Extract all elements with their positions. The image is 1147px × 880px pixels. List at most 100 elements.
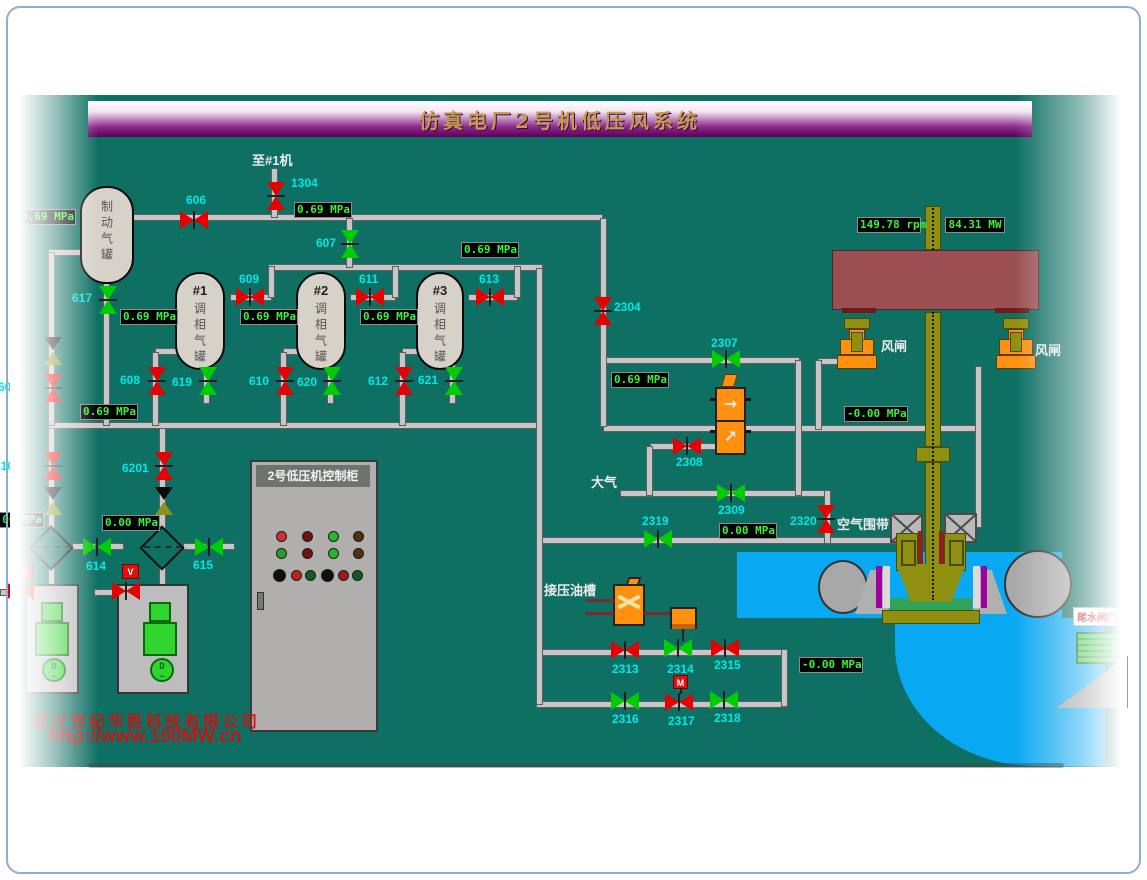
valve-label-2313: 2313 [612,662,639,676]
valve-615[interactable] [195,538,223,556]
filter-dash-1 [33,546,71,548]
compressor2-drive-icon: D~ [150,658,174,682]
valve-label-2316: 2316 [612,712,639,726]
valve-label-2319: 2319 [642,514,669,528]
indicator-light [305,570,316,581]
valve-609[interactable] [236,288,264,306]
valve-2309[interactable] [717,484,745,502]
pipe-segment [48,428,55,534]
valve-label-2304: 2304 [614,300,641,314]
watermark-url: http://www.100MW.cn [48,726,242,748]
pipe-segment [536,268,543,705]
valve-2313[interactable] [611,641,639,659]
tank-number: #2 [314,283,328,298]
indicator-light [291,570,302,581]
control-knob[interactable] [273,569,286,582]
valve-620[interactable] [323,367,341,395]
brake-air-tank[interactable]: 制动气罐 [80,186,134,284]
valve-6201[interactable] [155,452,173,480]
control-cabinet[interactable]: 2号低压机控制柜 [250,460,378,732]
valve-label-620: 620 [297,375,317,389]
valve-label-606: 606 [186,193,206,207]
seal-purple-left [876,566,882,608]
seal-white-left [883,566,890,608]
valve-2308[interactable] [673,437,701,455]
surge-tank-1[interactable]: #1 调相气罐 [175,272,225,370]
valve-6101[interactable] [44,452,62,480]
valve-608[interactable] [148,367,166,395]
control-knob[interactable] [321,569,334,582]
valve-619[interactable] [199,367,217,395]
arrow-up-right-icon: ↗ [717,427,744,446]
distributor-tick [710,430,715,433]
tank-number: #3 [433,283,447,298]
pipe-segment [781,649,788,707]
oil-line [644,612,672,615]
check-valve [155,487,173,515]
pipe-segment [392,266,399,298]
speed-display: 149.78 rpm [857,217,921,233]
valve-2304[interactable] [594,297,612,325]
valve-label-2320: 2320 [790,514,817,528]
valve-pump2-relief[interactable] [112,582,140,600]
tank-number: #1 [193,283,207,298]
valve-606[interactable] [180,211,208,229]
valve-621[interactable] [445,367,463,395]
tank3-pressure: 0.69 MPa [360,309,418,325]
cabinet-handle[interactable] [257,592,264,610]
valve-614[interactable] [83,538,111,556]
valve-label-621: 621 [418,373,438,387]
oil-tank-label: 接压油槽 [544,580,596,599]
distributor-tick [746,430,751,433]
valve-605[interactable] [44,374,62,402]
indicator-light [338,570,349,581]
valve-610[interactable] [276,367,294,395]
seal-purple-right [981,566,987,608]
relief-valve-box-1: V [16,564,33,579]
valve-2316[interactable] [611,692,639,710]
valve-label-610: 610 [249,374,269,388]
valve-pump1-relief[interactable] [6,582,34,600]
valve-2318[interactable] [710,691,738,709]
motor-valve-box: M [673,675,688,689]
valve-label-6101: 6101 [0,459,21,473]
valve-612[interactable] [395,367,413,395]
valve-label-605: 605 [0,380,18,394]
compressor2-motor-top [149,602,171,622]
tailwater-gate[interactable] [1076,632,1124,664]
indicator-light [353,531,364,542]
indicator-light [302,531,313,542]
valve-2317[interactable] [665,693,693,711]
valve-label-617: 617 [72,291,92,305]
shaft-centerline-1 [932,208,934,250]
indicator-light [276,531,287,542]
surge-tank-3[interactable]: #3 调相气罐 [416,272,464,370]
oil-line-pressure: -0.00 MPa [799,657,863,673]
bracket-right [949,540,964,566]
distributor-valve[interactable]: → ↗ [715,387,746,455]
air-seal-label: 空气围带 [837,514,889,533]
valve-label-614: 614 [86,559,106,573]
tank-label: 调相气罐 [313,302,330,366]
indicator-light [353,548,364,559]
relief-valve-box-2: V [122,564,139,579]
tank2-pressure: 0.69 MPa [240,309,298,325]
valve-2314[interactable] [664,639,692,657]
valve-2315[interactable] [711,639,739,657]
valve-label-613: 613 [479,272,499,286]
valve-2319[interactable] [644,530,672,548]
valve-1304[interactable] [267,182,285,210]
indicator-light [276,548,287,559]
valve-2320[interactable] [817,505,835,533]
valve-2307[interactable] [712,350,740,368]
distributor-tick [710,398,715,401]
valve-613[interactable] [476,288,504,306]
valve-611[interactable] [356,288,384,306]
unit1-line-pressure: 0.69 MPa [294,202,352,218]
bracket-left [901,540,916,566]
governor-line-pressure: 0.69 MPa [611,372,669,388]
valve-label-2317: 2317 [668,714,695,728]
valve-607[interactable] [341,230,359,258]
valve-617[interactable] [99,286,117,314]
surge-tank-2[interactable]: #2 调相气罐 [296,272,346,370]
